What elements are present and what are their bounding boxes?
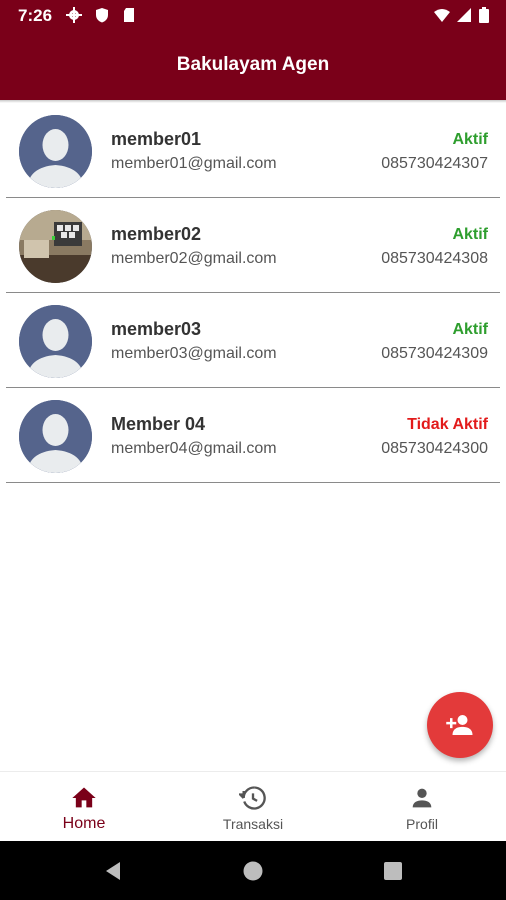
member-name: member01: [111, 129, 202, 149]
member-name: member03: [111, 319, 202, 339]
member-phone: 085730424309: [381, 345, 488, 362]
app-bar: Bakulayam Agen: [0, 32, 506, 100]
member-phone: 085730424300: [381, 440, 488, 457]
member-name: Member 04: [111, 414, 206, 434]
home-circle-icon[interactable]: [242, 860, 264, 882]
member-email: member03@gmail.com: [111, 345, 277, 362]
member-email: member04@gmail.com: [111, 440, 277, 457]
status-label: Tidak Aktif: [407, 416, 488, 433]
nav-home-label: Home: [62, 815, 106, 832]
status-time: 7:26: [18, 6, 53, 25]
nav-profil-label: Profil: [406, 816, 438, 832]
sd-card-icon: [124, 8, 134, 22]
default-avatar-icon: [19, 115, 92, 188]
avatar: [19, 210, 92, 283]
back-icon[interactable]: [102, 860, 124, 882]
system-navigation-bar: [0, 841, 506, 900]
home-icon: [72, 787, 96, 808]
nav-transaksi-label: Transaksi: [222, 816, 284, 832]
add-person-icon: [446, 715, 473, 735]
battery-icon: [479, 7, 489, 23]
nav-profil[interactable]: Profil: [338, 772, 506, 842]
history-icon: [239, 786, 266, 810]
member-email: member01@gmail.com: [111, 155, 277, 172]
signal-icon: [457, 8, 471, 22]
member-email: member02@gmail.com: [111, 250, 277, 267]
status-label: Aktif: [452, 321, 488, 338]
add-member-button[interactable]: [427, 692, 493, 758]
bottom-navigation: Home Transaksi Profil: [0, 771, 506, 842]
settings-icon: [66, 7, 82, 23]
member-row-2[interactable]: member02 member02@gmail.com Aktif 085730…: [6, 198, 500, 293]
status-bar: 7:26: [0, 0, 506, 32]
photo-avatar-image: [19, 210, 92, 283]
status-label: Aktif: [452, 131, 488, 148]
shield-icon: [96, 8, 108, 23]
member-row-4[interactable]: Member 04 member04@gmail.com Tidak Aktif…: [6, 388, 500, 483]
nav-home[interactable]: Home: [0, 772, 168, 842]
person-icon: [412, 788, 432, 808]
page-title: Bakulayam Agen: [176, 54, 330, 75]
member-phone: 085730424307: [381, 155, 488, 172]
avatar: [19, 400, 92, 473]
wifi-icon: [434, 9, 450, 22]
avatar: [19, 305, 92, 378]
recents-icon[interactable]: [382, 860, 404, 882]
nav-transaksi[interactable]: Transaksi: [169, 772, 337, 842]
avatar: [19, 115, 92, 188]
default-avatar-icon: [19, 400, 92, 473]
default-avatar-icon: [19, 305, 92, 378]
member-row-3[interactable]: member03 member03@gmail.com Aktif 085730…: [6, 293, 500, 388]
member-row-1[interactable]: member01 member01@gmail.com Aktif 085730…: [6, 103, 500, 198]
member-list: member01 member01@gmail.com Aktif 085730…: [0, 103, 506, 483]
member-name: member02: [111, 224, 202, 244]
status-label: Aktif: [452, 226, 488, 243]
member-phone: 085730424308: [381, 250, 488, 267]
